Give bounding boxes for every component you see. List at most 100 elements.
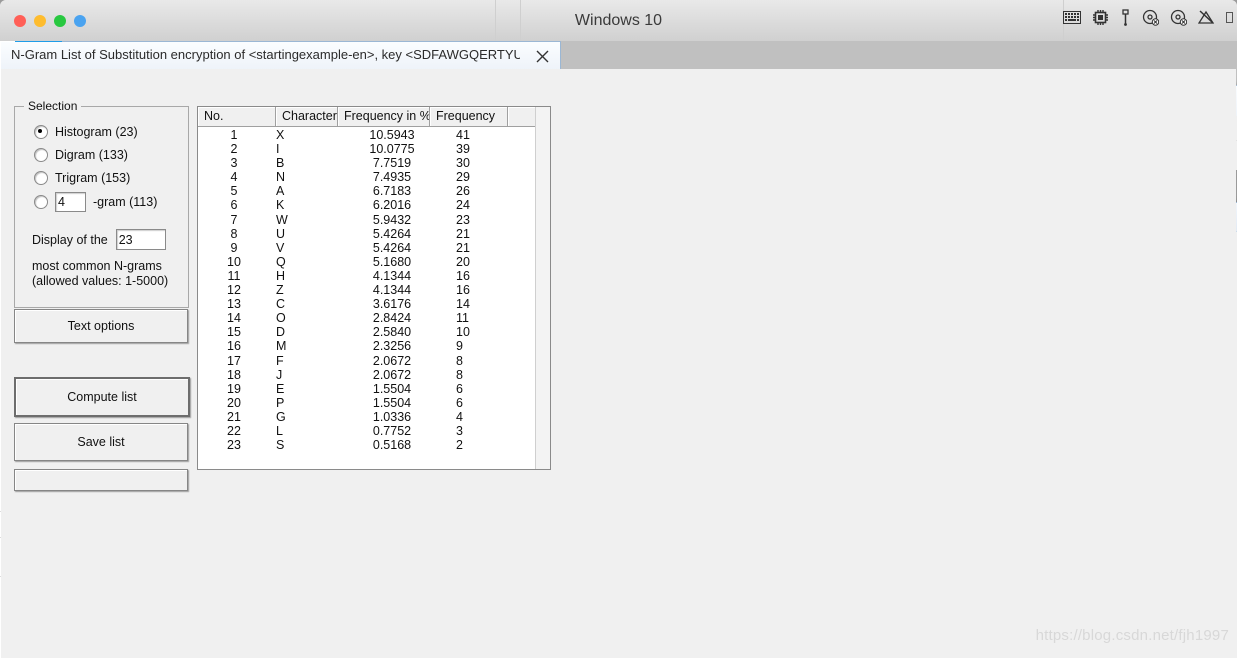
cpu-icon[interactable] bbox=[1092, 9, 1109, 26]
table-row[interactable]: 12 Z 4.1344 16 bbox=[198, 283, 550, 297]
ngram-close-button[interactable] bbox=[532, 46, 552, 66]
table-cell-character-seq: A bbox=[276, 184, 285, 199]
table-cell-frequency-percent: 6.7183 bbox=[372, 184, 412, 199]
table-cell-character-seq: F bbox=[276, 353, 284, 368]
radio-n-gram-label: -gram (113) bbox=[93, 195, 158, 209]
ngram-results-list[interactable]: No. Character seq... Frequency in % Freq… bbox=[197, 106, 551, 470]
table-cell-frequency-percent: 2.8424 bbox=[372, 311, 412, 326]
radio-n-gram-indicator[interactable] bbox=[34, 195, 48, 209]
radio-digram-indicator[interactable] bbox=[34, 148, 48, 162]
more-icon[interactable] bbox=[1226, 11, 1233, 24]
table-row[interactable]: 20 P 1.5504 6 bbox=[198, 396, 550, 410]
column-header-no[interactable]: No. bbox=[198, 107, 276, 126]
table-row[interactable]: 4 N 7.4935 29 bbox=[198, 170, 550, 184]
usb-icon[interactable] bbox=[1120, 9, 1131, 26]
table-cell-frequency-percent: 4.1344 bbox=[372, 268, 412, 283]
host-window-title: Windows 10 bbox=[574, 12, 663, 29]
table-cell-character-seq: G bbox=[276, 409, 286, 424]
keyboard-icon[interactable] bbox=[1063, 11, 1081, 24]
windows-desktop: al e T / t C e e: 看 in re V 查看 名称 bin dn… bbox=[0, 41, 1237, 658]
table-cell-no: 17 bbox=[227, 353, 241, 368]
table-row[interactable]: 6 K 6.2016 24 bbox=[198, 198, 550, 212]
display-hint-1: most common N-grams bbox=[32, 259, 162, 273]
table-row[interactable]: 18 J 2.0672 8 bbox=[198, 368, 550, 382]
extra-button-partial[interactable] bbox=[14, 469, 188, 491]
table-cell-no: 11 bbox=[227, 268, 241, 283]
table-cell-frequency: 6 bbox=[456, 381, 463, 396]
table-row[interactable]: 15 D 2.5840 10 bbox=[198, 325, 550, 339]
table-cell-frequency-percent: 2.0672 bbox=[372, 367, 412, 382]
ngram-list-dialog[interactable]: N-Gram List of Substitution encryption o… bbox=[0, 41, 1236, 658]
ngram-table-header[interactable]: No. Character seq... Frequency in % Freq… bbox=[198, 107, 550, 127]
table-row[interactable]: 19 E 1.5504 6 bbox=[198, 382, 550, 396]
compute-list-button[interactable]: Compute list bbox=[14, 377, 190, 417]
table-row[interactable]: 8 U 5.4264 21 bbox=[198, 227, 550, 241]
table-cell-frequency: 21 bbox=[456, 240, 470, 255]
display-of-the-label: Display of the bbox=[32, 232, 108, 247]
table-row[interactable]: 13 C 3.6176 14 bbox=[198, 297, 550, 311]
table-row[interactable]: 17 F 2.0672 8 bbox=[198, 354, 550, 368]
table-cell-character-seq: M bbox=[276, 339, 287, 354]
table-row[interactable]: 16 M 2.3256 9 bbox=[198, 339, 550, 353]
host-window-frame: Windows 10 N-Gram List of Substitution e… bbox=[0, 0, 1237, 658]
table-row[interactable]: 10 Q 5.1680 20 bbox=[198, 255, 550, 269]
n-gram-value-input[interactable] bbox=[55, 192, 86, 212]
table-cell-frequency-percent: 0.7752 bbox=[372, 423, 412, 438]
ngram-dialog-titlebar[interactable]: N-Gram List of Substitution encryption o… bbox=[1, 42, 560, 71]
table-cell-frequency: 16 bbox=[456, 283, 470, 298]
table-row[interactable]: 23 S 0.5168 2 bbox=[198, 438, 550, 452]
table-cell-no: 5 bbox=[230, 184, 238, 199]
network-disconnected-icon[interactable] bbox=[1198, 10, 1215, 25]
save-list-button[interactable]: Save list bbox=[14, 423, 188, 461]
table-cell-frequency: 21 bbox=[456, 226, 470, 241]
table-row[interactable]: 21 G 1.0336 4 bbox=[198, 410, 550, 424]
table-cell-frequency: 10 bbox=[456, 325, 470, 340]
table-cell-no: 3 bbox=[230, 156, 238, 171]
table-cell-frequency-percent: 10.5943 bbox=[369, 128, 415, 142]
table-row[interactable]: 22 L 0.7752 3 bbox=[198, 424, 550, 438]
table-row[interactable]: 7 W 5.9432 23 bbox=[198, 213, 550, 227]
radio-digram[interactable]: Digram (133) bbox=[34, 148, 128, 162]
table-row[interactable]: 2 I 10.0775 39 bbox=[198, 142, 550, 156]
radio-histogram-indicator[interactable] bbox=[34, 125, 48, 139]
radio-trigram-indicator[interactable] bbox=[34, 171, 48, 185]
display-count-input[interactable] bbox=[115, 229, 166, 250]
table-cell-no: 4 bbox=[230, 170, 238, 185]
cd-drive-icon[interactable] bbox=[1142, 9, 1159, 26]
ngram-table-vertical-scrollbar[interactable] bbox=[535, 107, 550, 469]
table-cell-no: 22 bbox=[227, 423, 241, 438]
text-options-button[interactable]: Text options bbox=[14, 309, 188, 343]
table-cell-frequency: 6 bbox=[456, 395, 463, 410]
cd-drive-2-icon[interactable] bbox=[1170, 9, 1187, 26]
column-header-character-seq[interactable]: Character seq... bbox=[276, 107, 338, 126]
table-row[interactable]: 5 A 6.7183 26 bbox=[198, 184, 550, 198]
host-status-icons[interactable] bbox=[1063, 9, 1233, 26]
column-header-frequency[interactable]: Frequency bbox=[430, 107, 508, 126]
table-row[interactable]: 3 B 7.7519 30 bbox=[198, 156, 550, 170]
table-cell-frequency: 14 bbox=[456, 297, 470, 312]
table-row[interactable]: 1 X 10.5943 41 bbox=[198, 128, 550, 142]
table-row[interactable]: 9 V 5.4264 21 bbox=[198, 241, 550, 255]
table-cell-character-seq: E bbox=[276, 381, 285, 396]
table-cell-frequency: 8 bbox=[456, 367, 463, 382]
radio-trigram[interactable]: Trigram (153) bbox=[34, 171, 130, 185]
column-header-frequency-percent[interactable]: Frequency in % bbox=[338, 107, 430, 126]
table-cell-character-seq: O bbox=[276, 311, 286, 326]
radio-n-gram[interactable]: -gram (113) bbox=[34, 192, 157, 212]
table-cell-frequency: 3 bbox=[456, 423, 463, 438]
display-hint-2: (allowed values: 1-5000) bbox=[32, 274, 169, 288]
radio-histogram-label: Histogram (23) bbox=[55, 125, 138, 139]
table-row[interactable]: 11 H 4.1344 16 bbox=[198, 269, 550, 283]
table-cell-no: 8 bbox=[230, 226, 238, 241]
table-cell-character-seq: B bbox=[276, 156, 285, 171]
table-cell-frequency-percent: 5.1680 bbox=[372, 254, 412, 269]
radio-histogram[interactable]: Histogram (23) bbox=[34, 125, 138, 139]
table-cell-frequency: 20 bbox=[456, 254, 470, 269]
table-row[interactable]: 14 O 2.8424 11 bbox=[198, 311, 550, 325]
table-cell-character-seq: V bbox=[276, 240, 285, 255]
table-cell-character-seq: Q bbox=[276, 254, 286, 269]
table-cell-no: 19 bbox=[227, 381, 241, 396]
table-cell-character-seq: L bbox=[276, 423, 283, 438]
table-cell-no: 13 bbox=[227, 297, 241, 312]
ngram-table-rows[interactable]: 1 X 10.5943 41 2 I 10.0775 39 3 B 7.7519 30 4 N 7.4935… bbox=[198, 127, 550, 452]
